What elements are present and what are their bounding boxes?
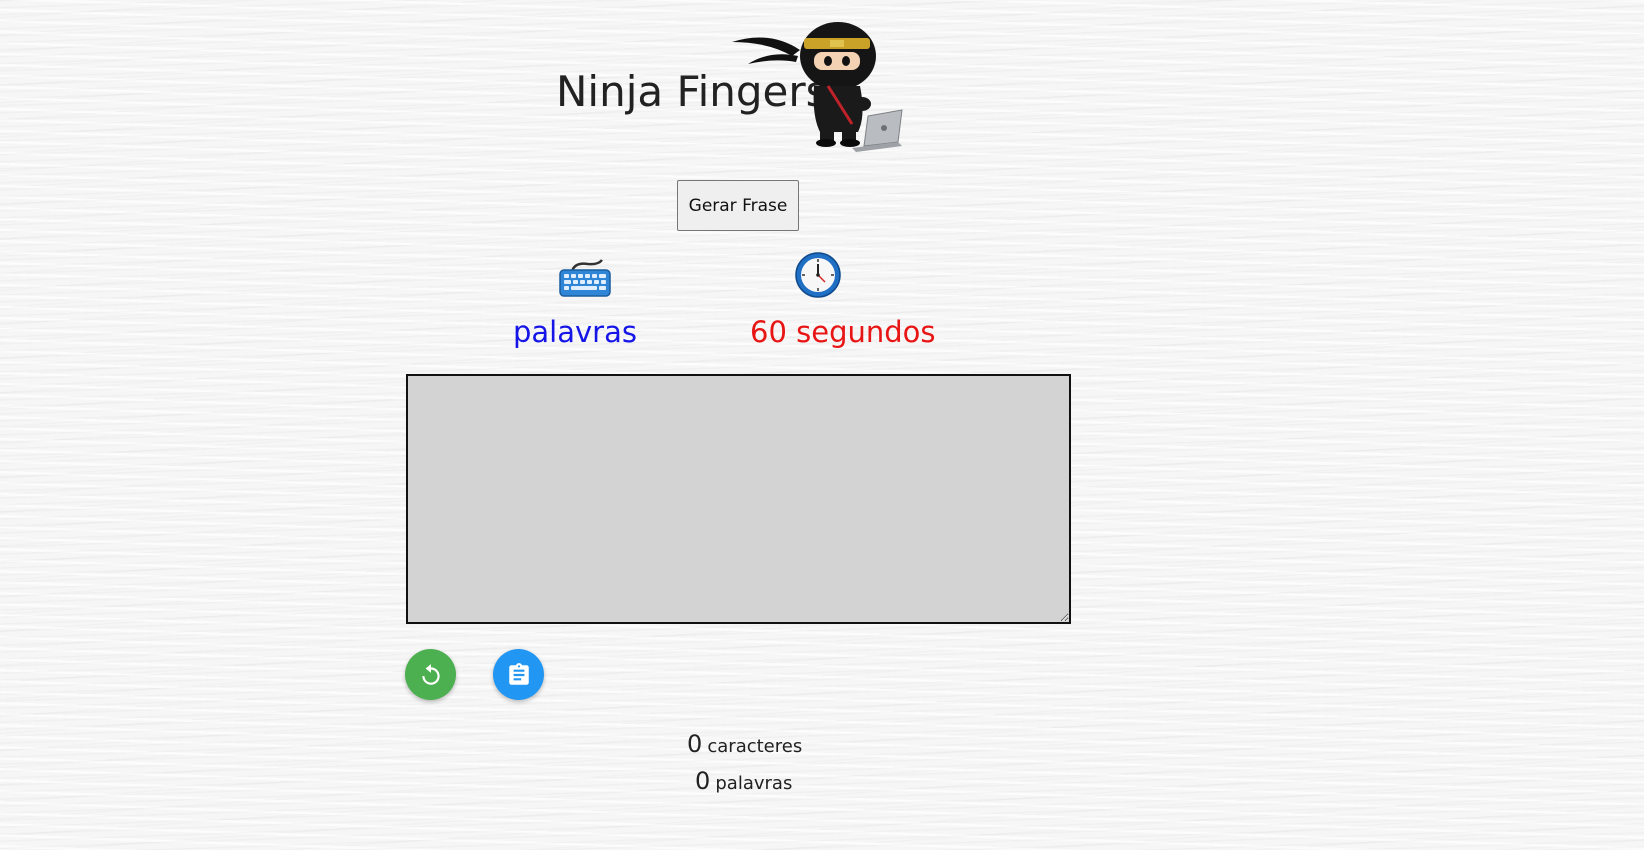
restart-button[interactable]	[405, 649, 456, 700]
typing-textarea[interactable]	[406, 374, 1071, 624]
characters-count: 0	[687, 730, 703, 758]
clock-icon	[795, 252, 841, 298]
timer-display: 60 segundos	[750, 315, 936, 349]
ninja-mascot-icon	[732, 22, 903, 152]
keyboard-icon	[559, 259, 611, 297]
words-stat-label: palavras	[513, 315, 637, 349]
words-count-label: palavras	[715, 773, 793, 794]
characters-counter: 0 caracteres	[687, 730, 802, 758]
clipboard-icon	[508, 662, 529, 685]
words-counter: 0 palavras	[695, 767, 792, 795]
restart-icon	[421, 663, 440, 685]
clipboard-button[interactable]	[493, 649, 544, 700]
words-count: 0	[695, 767, 711, 795]
generate-phrase-button[interactable]: Gerar Frase	[677, 180, 799, 231]
characters-label: caracteres	[707, 736, 803, 757]
